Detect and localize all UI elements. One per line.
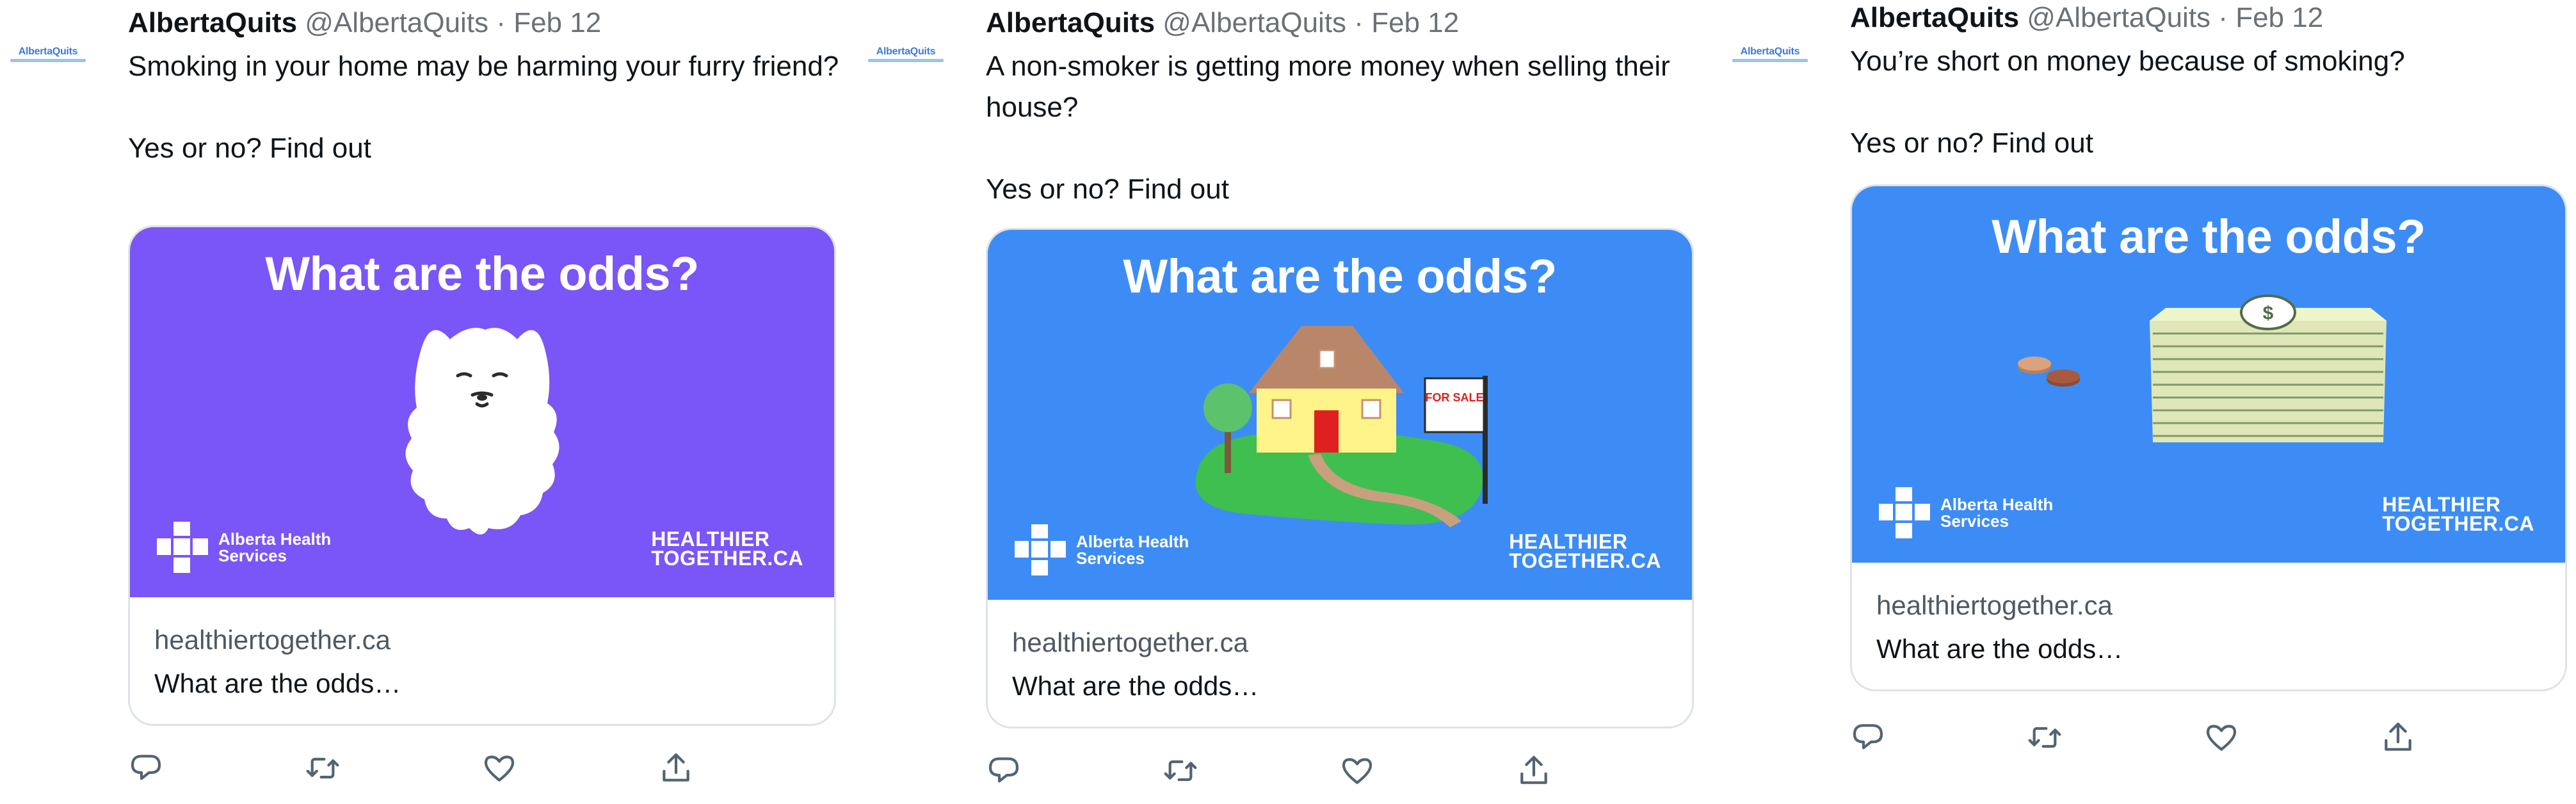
ht-logo-line-2: TOGETHER.CA: [651, 547, 803, 570]
alberta-quits-avatar[interactable]: AlbertaQuits: [858, 46, 954, 68]
ahs-logo-text: Alberta Health Services: [1076, 532, 1189, 568]
share-button[interactable]: [1516, 753, 1554, 791]
alberta-quits-avatar[interactable]: AlbertaQuits: [0, 46, 96, 68]
ahs-cross-icon: [157, 522, 208, 573]
tweet-date[interactable]: Feb 12: [2235, 2, 2323, 33]
avatar-logo-text: AlbertaQuits: [1740, 46, 1800, 57]
tweet-1[interactable]: AlbertaQuits AlbertaQuits @AlbertaQuits …: [0, 0, 845, 804]
card-title: What are the odds…: [154, 668, 401, 698]
ahs-cross-icon: [1879, 487, 1930, 538]
author-name[interactable]: AlbertaQuits: [986, 7, 1155, 38]
reply-button[interactable]: [128, 750, 166, 789]
tweet-actions: [986, 753, 1690, 791]
ahs-logo-text: Alberta Health Services: [1940, 495, 2054, 531]
header-separator: ·: [496, 7, 506, 38]
like-button[interactable]: [2203, 720, 2242, 758]
ahs-cross-icon: [1015, 524, 1066, 575]
like-button[interactable]: [481, 750, 520, 789]
header-separator: ·: [2218, 2, 2228, 33]
link-card[interactable]: What are the odds?: [1850, 184, 2567, 691]
card-image[interactable]: What are the odds?: [1852, 186, 2565, 563]
card-domain: healthiertogether.ca: [1876, 590, 2113, 620]
author-handle[interactable]: @AlbertaQuits: [1163, 7, 1346, 38]
retweet-button[interactable]: [1163, 753, 1201, 791]
author-name[interactable]: AlbertaQuits: [1850, 2, 2019, 33]
healthier-together-logo: HEALTHIER TOGETHER.CA: [1509, 530, 1661, 572]
reply-icon: [988, 757, 1019, 783]
tweet-text-line-1: You’re short on money because of smoking…: [1850, 45, 2405, 77]
ht-logo-line-2: TOGETHER.CA: [2382, 512, 2534, 535]
reply-button[interactable]: [1850, 720, 1888, 758]
tweet-text-line-2: Yes or no? Find out: [128, 133, 371, 164]
ahs-logo: Alberta Health Services: [1878, 486, 2053, 540]
svg-text:$: $: [2263, 303, 2274, 324]
healthier-together-logo: HEALTHIER TOGETHER.CA: [2382, 493, 2534, 535]
card-image[interactable]: What are the odds? FOR SALE Alberta Heal…: [988, 230, 1692, 600]
tweet-3[interactable]: AlbertaQuits AlbertaQuits @AlbertaQuits …: [1722, 0, 2567, 804]
tweet-date[interactable]: Feb 12: [513, 7, 601, 38]
reply-icon: [1853, 724, 1883, 750]
tweet-text: A non-smoker is getting more money when …: [986, 46, 1690, 210]
share-button[interactable]: [658, 750, 696, 789]
tweet-text: Smoking in your home may be harming your…: [128, 46, 845, 169]
ht-logo-line-2: TOGETHER.CA: [1509, 549, 1661, 572]
for-sale-sign-text: FOR SALE: [1425, 391, 1483, 404]
tweet-header: AlbertaQuits @AlbertaQuits · Feb 12: [986, 5, 1459, 41]
healthier-together-logo: HEALTHIER TOGETHER.CA: [651, 529, 803, 568]
retweet-button[interactable]: [305, 750, 343, 789]
card-domain: healthiertogether.ca: [154, 625, 390, 655]
like-icon: [1342, 758, 1373, 784]
ahs-logo-text: Alberta Health Services: [218, 529, 332, 565]
tweet-2[interactable]: AlbertaQuits AlbertaQuits @AlbertaQuits …: [858, 0, 1703, 804]
alberta-quits-avatar[interactable]: AlbertaQuits: [1722, 46, 1818, 68]
ht-logo-line-1: HEALTHIER: [651, 527, 770, 551]
retweet-icon: [1164, 760, 1197, 782]
like-icon: [2206, 725, 2237, 751]
retweet-button[interactable]: [2027, 720, 2065, 758]
ht-logo-line-1: HEALTHIER: [1509, 530, 1628, 553]
card-title: What are the odds…: [1012, 671, 1259, 701]
card-domain: healthiertogether.ca: [1012, 627, 1248, 657]
like-button[interactable]: [1339, 753, 1378, 791]
avatar-logo-underline: [1732, 59, 1808, 62]
tweet-header: AlbertaQuits @AlbertaQuits · Feb 12: [128, 5, 601, 41]
author-handle[interactable]: @AlbertaQuits: [305, 7, 488, 38]
author-name[interactable]: AlbertaQuits: [128, 7, 297, 38]
tweet-text-line-1: A non-smoker is getting more money when …: [986, 51, 1670, 123]
tweet-actions: [1850, 720, 2554, 758]
link-card[interactable]: What are the odds?: [128, 225, 836, 726]
avatar-logo-underline: [868, 59, 944, 62]
ahs-logo: Alberta Health Services: [1013, 523, 1189, 577]
tweet-text-line-1: Smoking in your home may be harming your…: [128, 51, 839, 82]
share-icon: [663, 753, 689, 782]
card-title: What are the odds…: [1876, 634, 2123, 664]
share-icon: [1520, 755, 1547, 784]
share-button[interactable]: [2380, 720, 2419, 758]
retweet-icon: [306, 757, 339, 779]
like-icon: [484, 755, 515, 782]
avatar-logo-underline: [10, 59, 86, 62]
avatar-logo-text: AlbertaQuits: [18, 46, 78, 57]
tweet-date[interactable]: Feb 12: [1371, 7, 1459, 38]
card-image[interactable]: What are the odds?: [130, 227, 834, 597]
tweet-text-line-2: Yes or no? Find out: [986, 173, 1229, 205]
avatar-logo-text: AlbertaQuits: [876, 46, 936, 57]
header-separator: ·: [1354, 7, 1364, 38]
ht-logo-line-1: HEALTHIER: [2382, 493, 2501, 516]
link-card[interactable]: What are the odds? FOR SALE Alberta Heal…: [986, 228, 1694, 728]
tweet-actions: [128, 750, 832, 789]
author-handle[interactable]: @AlbertaQuits: [2027, 2, 2210, 33]
ahs-logo: Alberta Health Services: [156, 520, 331, 574]
retweet-icon: [2028, 727, 2061, 748]
tweet-text-line-2: Yes or no? Find out: [1850, 127, 2093, 159]
tweet-text: You’re short on money because of smoking…: [1850, 41, 2567, 164]
reply-button[interactable]: [986, 753, 1024, 791]
reply-icon: [131, 755, 161, 780]
tweet-header: AlbertaQuits @AlbertaQuits · Feb 12: [1850, 0, 2323, 36]
share-icon: [2385, 722, 2411, 751]
